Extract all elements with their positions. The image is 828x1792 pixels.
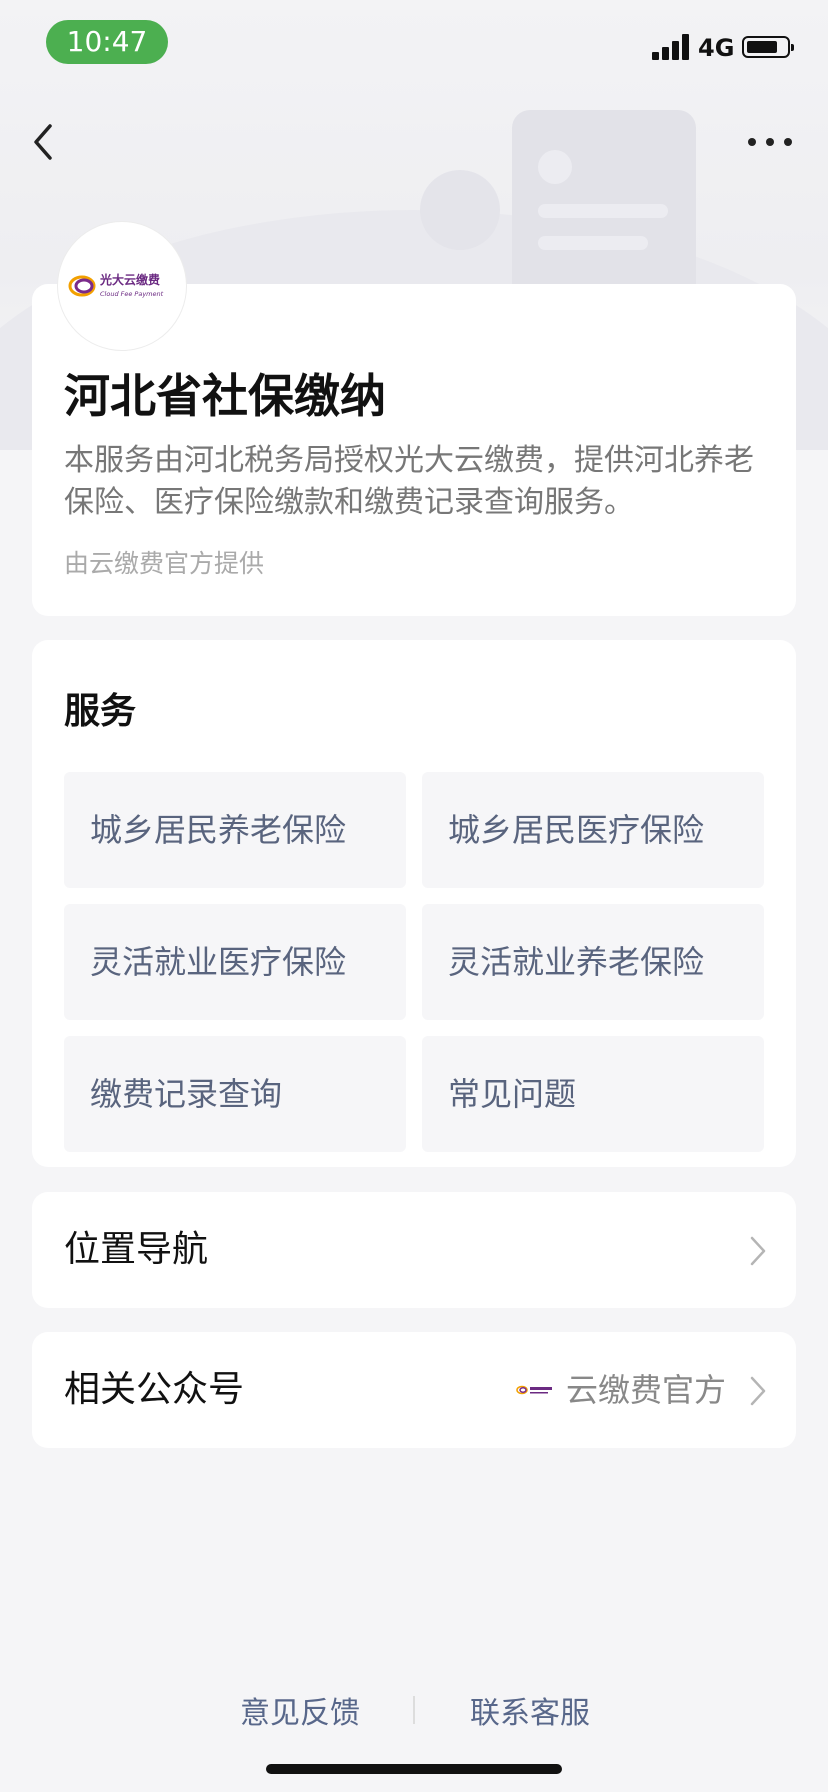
status-time: 10:47 <box>46 20 168 64</box>
service-description: 本服务由河北税务局授权光大云缴费，提供河北养老保险、医疗保险缴款和缴费记录查询服… <box>64 443 754 520</box>
official-account-logo-icon <box>516 1385 552 1395</box>
brand-logo: 光大云缴费 Cloud Fee Payment <box>58 222 186 350</box>
page-title: 河北省社保缴纳 <box>64 369 386 423</box>
chevron-left-icon <box>34 124 52 160</box>
footer-divider <box>413 1696 415 1724</box>
location-navigation-label: 位置导航 <box>64 1229 209 1270</box>
network-type: 4G <box>698 34 735 62</box>
logo-subtext: Cloud Fee Payment <box>100 290 164 298</box>
official-account-label: 相关公众号 <box>64 1369 245 1410</box>
contact-support-link[interactable]: 联系客服 <box>470 1688 590 1732</box>
official-account-row[interactable]: 相关公众号 云缴费官方 <box>32 1332 796 1448</box>
location-navigation-row[interactable]: 位置导航 <box>32 1192 796 1308</box>
status-bar: 10:47 4G <box>0 0 828 88</box>
services-card: 服务 城乡居民养老保险 城乡居民医疗保险 灵活就业医疗保险 灵活就业养老保险 缴… <box>32 640 796 1167</box>
hero-person-decoration <box>420 170 500 250</box>
services-title: 服务 <box>64 691 137 732</box>
signal-icon <box>652 34 692 60</box>
service-urban-rural-pension[interactable]: 城乡居民养老保险 <box>64 772 406 888</box>
service-faq[interactable]: 常见问题 <box>422 1036 764 1152</box>
service-flexible-medical[interactable]: 灵活就业医疗保险 <box>64 904 406 1020</box>
service-urban-rural-medical[interactable]: 城乡居民医疗保险 <box>422 772 764 888</box>
feedback-link[interactable]: 意见反馈 <box>240 1688 360 1732</box>
official-account-name: 云缴费官方 <box>565 1371 726 1409</box>
provider-text: 由云缴费官方提供 <box>64 549 265 578</box>
logo-text: 光大云缴费 <box>99 272 160 287</box>
service-flexible-pension[interactable]: 灵活就业养老保险 <box>422 904 764 1020</box>
home-indicator <box>266 1764 562 1774</box>
battery-icon <box>742 36 794 58</box>
chevron-right-icon <box>750 1236 766 1266</box>
back-button[interactable] <box>26 114 66 170</box>
more-options-button[interactable] <box>740 126 800 156</box>
chevron-right-icon <box>750 1376 766 1406</box>
service-payment-records[interactable]: 缴费记录查询 <box>64 1036 406 1152</box>
